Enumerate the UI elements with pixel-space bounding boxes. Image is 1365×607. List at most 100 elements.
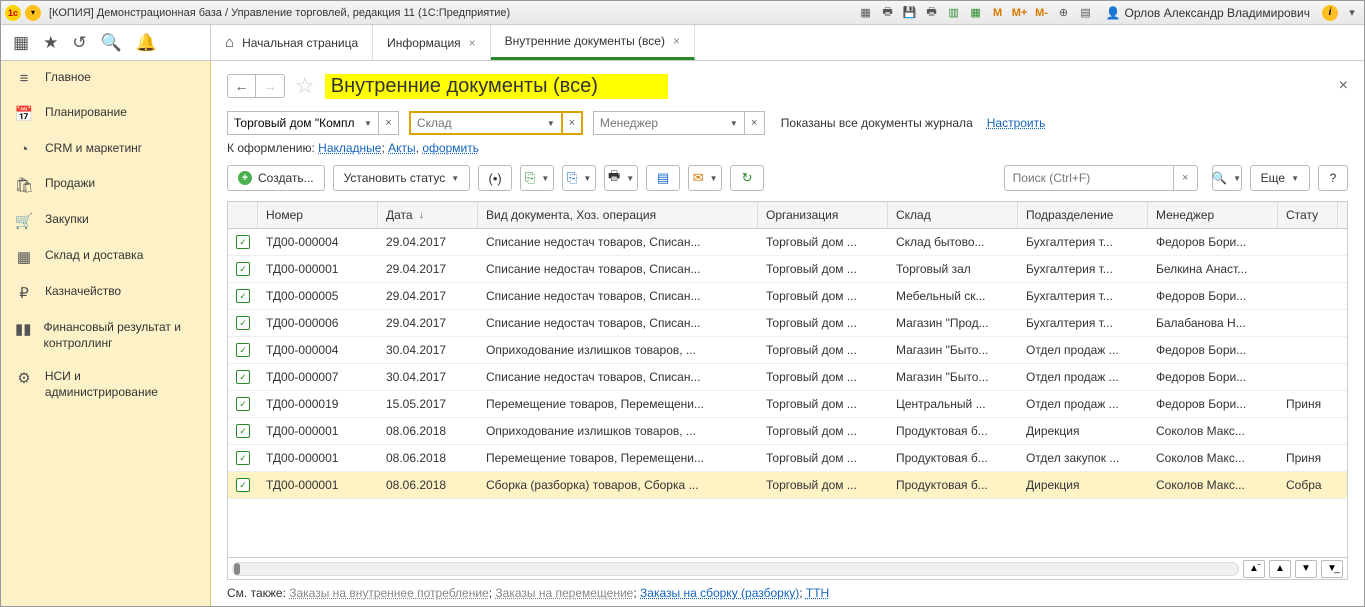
tab-close-icon[interactable]: × — [673, 34, 680, 48]
table-row[interactable]: ✓ТД00-00000430.04.2017Оприходование изли… — [228, 337, 1347, 364]
sidebar-item[interactable]: ≡Главное — [1, 61, 210, 96]
m-plus-button[interactable]: M+ — [1012, 5, 1028, 21]
table-row[interactable]: ✓ТД00-00000108.06.2018Перемещение товаро… — [228, 445, 1347, 472]
filter-manager-clear[interactable]: × — [745, 111, 765, 135]
tab-close-icon[interactable]: × — [469, 36, 476, 50]
scroll-top-icon[interactable]: ▲̄ — [1243, 560, 1265, 578]
history-icon[interactable]: ↺ — [72, 33, 86, 53]
zoom-icon[interactable]: ⊕ — [1056, 5, 1072, 21]
sidebar-item[interactable]: ▮▮ Финансовый результат и контроллинг — [1, 311, 210, 360]
grid-icon[interactable]: ▦ — [858, 5, 874, 21]
mail-button[interactable]: ✉▼ — [688, 165, 722, 191]
star-icon[interactable]: ★ — [43, 33, 58, 53]
table-cell: Федоров Бори... — [1148, 283, 1278, 309]
scroll-bottom-icon[interactable]: ▼̲ — [1321, 560, 1343, 578]
footer-link[interactable]: ТТН — [806, 586, 829, 600]
table-row[interactable]: ✓ТД00-00000629.04.2017Списание недостач … — [228, 310, 1347, 337]
sidebar-label: Финансовый результат и контроллинг — [44, 320, 196, 351]
calendar-icon[interactable]: ▦ — [968, 5, 984, 21]
table-row[interactable]: ✓ТД00-00000108.06.2018Оприходование изли… — [228, 418, 1347, 445]
table-header-cell[interactable]: Подразделение — [1018, 202, 1148, 228]
tab-home[interactable]: ⌂ Начальная страница — [211, 25, 373, 60]
print-button[interactable]: 🖶▼ — [604, 165, 638, 191]
print-icon[interactable]: 🖶 — [880, 5, 896, 21]
footer-link[interactable]: Заказы на сборку (разборку) — [640, 586, 799, 600]
scroll-down-icon[interactable]: ▼ — [1295, 560, 1317, 578]
sidebar-item[interactable]: ▦Склад и доставка — [1, 239, 210, 275]
link-oformit[interactable]: оформить — [422, 141, 479, 155]
footer-link[interactable]: Заказы на перемещение — [495, 586, 633, 600]
forward-button[interactable]: → — [256, 75, 284, 97]
chevron-down-icon[interactable]: ▼ — [730, 119, 738, 128]
table-header-cell[interactable]: Вид документа, Хоз. операция — [478, 202, 758, 228]
table-header-cell[interactable] — [228, 202, 258, 228]
link-akty[interactable]: Акты — [388, 141, 416, 155]
sidebar-item[interactable]: ◔CRM и маркетинг — [1, 132, 210, 167]
table-header-cell[interactable]: Организация — [758, 202, 888, 228]
copy-button[interactable]: ⎘▼ — [520, 165, 554, 191]
app-dropdown-icon[interactable]: ▾ — [25, 5, 41, 21]
search-icon[interactable]: 🔍 — [101, 33, 122, 53]
tab-internal-docs[interactable]: Внутренние документы (все) × — [491, 25, 695, 60]
report-button[interactable]: ▤ — [646, 165, 680, 191]
table-header-cell[interactable]: Склад — [888, 202, 1018, 228]
info-icon[interactable]: i — [1322, 5, 1338, 21]
sidebar-item[interactable]: ₽Казначейство — [1, 275, 210, 311]
scroll-up-icon[interactable]: ▲ — [1269, 560, 1291, 578]
filter-sklad-input[interactable]: ▼ — [409, 111, 563, 135]
menu-icon[interactable]: ▾ — [1344, 5, 1360, 21]
h-scrollbar[interactable] — [232, 562, 1239, 576]
table-row[interactable]: ✓ТД00-00000730.04.2017Списание недостач … — [228, 364, 1347, 391]
sidebar-item[interactable]: 📅Планирование — [1, 96, 210, 132]
page-close-icon[interactable]: × — [1339, 77, 1348, 95]
tab-info[interactable]: Информация × — [373, 25, 491, 60]
user-label[interactable]: 👤Орлов Александр Владимирович — [1106, 6, 1310, 20]
calc-icon[interactable]: ▥ — [946, 5, 962, 21]
table-header-cell[interactable]: Стату — [1278, 202, 1338, 228]
note-icon[interactable]: ▤ — [1078, 5, 1094, 21]
favorite-icon[interactable]: ☆ — [295, 73, 315, 99]
paste-button[interactable]: ⎘▼ — [562, 165, 596, 191]
help-button[interactable]: ? — [1318, 165, 1348, 191]
table-row[interactable]: ✓ТД00-00000429.04.2017Списание недостач … — [228, 229, 1347, 256]
create-button[interactable]: +Создать... — [227, 165, 325, 191]
save-icon[interactable]: 💾 — [902, 5, 918, 21]
sidebar-item[interactable]: ⚙НСИ и администрирование — [1, 360, 210, 409]
chevron-down-icon[interactable]: ▼ — [547, 119, 555, 128]
app-logo-icon[interactable]: 1c — [5, 5, 21, 21]
table-cell: 29.04.2017 — [378, 229, 478, 255]
table-row[interactable]: ✓ТД00-00000529.04.2017Списание недостач … — [228, 283, 1347, 310]
table-header-cell[interactable]: Менеджер — [1148, 202, 1278, 228]
table-cell — [1278, 283, 1338, 309]
footer-link[interactable]: Заказы на внутреннее потребление — [289, 586, 488, 600]
refresh-button[interactable]: ↻ — [730, 165, 764, 191]
more-button[interactable]: Еще▼ — [1250, 165, 1310, 191]
configure-link[interactable]: Настроить — [987, 116, 1046, 130]
link-nakladnye[interactable]: Накладные — [318, 141, 381, 155]
search-run-button[interactable]: 🔍▼ — [1212, 165, 1242, 191]
print2-icon[interactable]: 🖶 — [924, 5, 940, 21]
table-row[interactable]: ✓ТД00-00000129.04.2017Списание недостач … — [228, 256, 1347, 283]
m-button[interactable]: M — [990, 5, 1006, 21]
table-row[interactable]: ✓ТД00-00001915.05.2017Перемещение товаро… — [228, 391, 1347, 418]
table-body[interactable]: ✓ТД00-00000429.04.2017Списание недостач … — [228, 229, 1347, 557]
set-status-button[interactable]: Установить статус▼ — [333, 165, 471, 191]
sidebar-icon: ▮▮ — [15, 320, 32, 338]
filter-org-input[interactable]: ▼ — [227, 111, 379, 135]
search-clear-icon[interactable]: × — [1174, 165, 1198, 191]
search-input[interactable] — [1004, 165, 1174, 191]
filter-org-clear[interactable]: × — [379, 111, 399, 135]
filter-manager-input[interactable]: ▼ — [593, 111, 745, 135]
sidebar-item[interactable]: 🛒Закупки — [1, 203, 210, 239]
back-button[interactable]: ← — [228, 75, 256, 97]
broadcast-button[interactable]: (•) — [478, 165, 512, 191]
table-header-cell[interactable]: Номер — [258, 202, 378, 228]
apps-icon[interactable]: ▦ — [13, 33, 29, 53]
sidebar-item[interactable]: 🛍Продажи — [1, 167, 210, 203]
m-minus-button[interactable]: M- — [1034, 5, 1050, 21]
chevron-down-icon[interactable]: ▼ — [364, 119, 372, 128]
filter-sklad-clear[interactable]: × — [563, 111, 583, 135]
bell-icon[interactable]: 🔔 — [136, 33, 157, 53]
table-row[interactable]: ✓ТД00-00000108.06.2018Сборка (разборка) … — [228, 472, 1347, 499]
table-header-cell[interactable]: Дата↓ — [378, 202, 478, 228]
